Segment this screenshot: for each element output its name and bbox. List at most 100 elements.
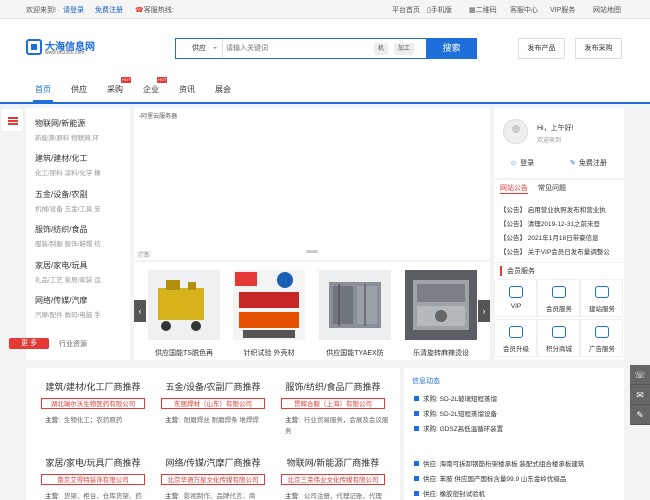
bullet-icon [414, 461, 419, 466]
product-image [405, 270, 477, 340]
product-card[interactable]: 乐清旋转麻辣烫设 [405, 270, 477, 357]
product-card[interactable]: 供应国能TS脱色再 [148, 270, 220, 357]
category-item[interactable]: 家居/家电/玩具 礼品/工艺 家居/家装 运 [35, 260, 127, 284]
industry-resources-link[interactable]: 行业资源 [59, 339, 87, 349]
login-link[interactable]: 请登录 [63, 5, 84, 15]
product-image [233, 270, 305, 340]
welcome-text: 欢迎来到 [537, 138, 562, 144]
nav-news[interactable]: 资讯 [179, 84, 195, 95]
top-link-home[interactable]: 平台首页 [392, 5, 420, 15]
site-icon [595, 286, 609, 298]
top-link-sitemap[interactable]: 网站地图 [593, 5, 621, 15]
product-caption: 乐清旋转麻辣烫设 [413, 350, 469, 357]
company-link[interactable]: 湖北瑞尔沃生物医药有限公司 [41, 398, 145, 409]
side-menu-toggle[interactable] [0, 108, 24, 132]
notice-item[interactable]: 【公告】 启用营业执照发布和营业执 [500, 204, 618, 214]
search-input[interactable] [226, 42, 346, 55]
site-logo[interactable]: 大海信息网 www.dh3366.com [26, 37, 111, 59]
float-toolbar: ☏ ✉ ✎ [630, 365, 650, 425]
nav-company[interactable]: 企业 HOT [143, 77, 168, 95]
edit-icon[interactable]: ✎ [630, 405, 650, 425]
company-link[interactable]: 南京艾得特装饰有限公司 [41, 474, 145, 485]
top-link-qrcode[interactable]: ▦二维码 [469, 5, 497, 15]
search-box: 供应 机 加工 搜索 [175, 38, 477, 59]
bullet-icon [414, 396, 419, 401]
top-link-vip[interactable]: VIP服务 [550, 5, 575, 15]
notice-item[interactable]: 【公告】 2021年1月18日带豪信息 [500, 232, 618, 242]
manufacturer-section: 建筑/建材/化工厂商推荐 湖北瑞尔沃生物医药有限公司 主营: 生物化工；农药原药 … [26, 368, 400, 500]
chat-icon[interactable]: ✉ [630, 385, 650, 405]
nav-expo[interactable]: 展会 [215, 84, 231, 95]
company-link[interactable]: 北京三荣伟业文化传媒有限公司 [281, 474, 385, 485]
service-vip[interactable]: VIP [494, 279, 537, 317]
service-ad[interactable]: 广告服务 [580, 319, 623, 357]
company-link[interactable]: 北京华语万星文化传媒有限公司 [161, 474, 265, 485]
manufacturer-block: 五金/设备/农副厂商推荐 东丽焊材（山东）有限公司 主营: 耐磨焊丝 耐磨焊条 堆… [154, 380, 272, 426]
upgrade-icon [509, 326, 523, 338]
product-card[interactable]: 针织试验 外壳材 [233, 270, 305, 357]
service-site[interactable]: 建站服务 [580, 279, 623, 317]
product-image [148, 270, 220, 340]
product-card[interactable]: 供应国能TYAEX防 [319, 270, 391, 357]
hot-badge: HOT [121, 77, 132, 83]
news-item[interactable]: 求购: GDSZ高低温循环装置 [414, 423, 614, 433]
manufacturer-block: 物联网/新能源厂商推荐 北京三荣伟业文化传媒有限公司 主营: 公司注册，代理记账，… [274, 456, 392, 500]
notice-panel: 网站公告 常见问题 【公告】 启用营业执照发布和营业执 【公告】 清理2019-… [494, 180, 624, 262]
hotline-text: ☎客服热线: [135, 7, 174, 14]
product-strip: 供应国能TS脱色再 针织试验 外壳材 供应国能TYAEX防 乐清旋转麻辣烫设 [134, 262, 490, 360]
search-tag[interactable]: 加工 [394, 43, 415, 55]
news-panel: 信息动态 求购: SD-2L玻璃短程蒸馏 求购: SD-2L短程蒸馏设备 求购:… [404, 368, 624, 500]
news-item[interactable]: 供应: 苯胺 供应国产国标含量99.9 山东金岭优级品 [414, 473, 614, 483]
register-link[interactable]: 免费注册 [95, 5, 123, 15]
publish-purchase-button[interactable]: 发布采购 [575, 38, 622, 59]
product-caption: 供应国能TYAEX防 [326, 350, 384, 357]
company-link[interactable]: 东丽焊材（山东）有限公司 [161, 398, 265, 409]
nav-purchase[interactable]: 采购 HOT [107, 77, 132, 95]
notice-item[interactable]: 【公告】 关于VIP会员日发布量调整公 [500, 246, 618, 256]
qrcode-icon: ▦ [469, 7, 476, 14]
member-services: 会员服务 VIP 会员服务 建站服务 会员升级 积分商城 广告服务 [494, 263, 624, 360]
login-button[interactable]: ☺ 登录 [510, 158, 534, 168]
nav-home[interactable]: 首页 [35, 84, 51, 95]
main-nav: 首页 供应 采购 HOT 企业 HOT 资讯 展会 [0, 74, 650, 104]
banner-label: ▫阿里云服务器 [139, 114, 178, 120]
tab-site-notice[interactable]: 网站公告 [500, 183, 528, 194]
publish-product-button[interactable]: 发布产品 [518, 38, 565, 59]
points-icon [552, 326, 566, 338]
tab-faq[interactable]: 常见问题 [538, 183, 566, 193]
edit-icon: ✎ [570, 160, 576, 167]
service-member[interactable]: 会员服务 [537, 279, 580, 317]
service-points[interactable]: 积分商城 [537, 319, 580, 357]
manufacturer-block: 家居/家电/玩具厂商推荐 南京艾得特装饰有限公司 主营: 货架、柜台、仓库货架、药 [34, 456, 152, 500]
prev-arrow-icon[interactable]: ‹ [134, 300, 146, 322]
service-upgrade[interactable]: 会员升级 [494, 319, 537, 357]
services-title: 会员服务 [500, 266, 535, 276]
headset-icon[interactable]: ☏ [630, 365, 650, 385]
bullet-icon [414, 426, 419, 431]
user-box: Hi，上午好! 欢迎来到 ☺ 登录 ✎ 免费注册 [494, 108, 624, 178]
news-item[interactable]: 求购: SD-2L短程蒸馏设备 [414, 408, 614, 418]
carousel-dot[interactable] [306, 250, 318, 253]
news-item[interactable]: 供应: 海南可拆卸钢筋桁架楼承板 装配式组合楼承板建筑 [414, 458, 614, 468]
category-item[interactable]: 服饰/纺织/食品 服装/制服 服饰/鞋帽 纺 [35, 224, 127, 248]
notice-item[interactable]: 【公告】 清理2019-12-31之前未登 [500, 218, 618, 228]
category-item[interactable]: 物联网/新能源 新能源/原料 物联网 环 [35, 118, 127, 142]
search-button[interactable]: 搜索 [426, 38, 477, 59]
company-link[interactable]: 贯辉合服（上海）有限公司 [281, 398, 385, 409]
search-category-select[interactable]: 供应 [176, 39, 223, 58]
more-button[interactable]: 更 多 [9, 338, 49, 349]
nav-active-indicator [33, 100, 53, 102]
welcome-text: 欢迎来到! [26, 7, 56, 14]
news-item[interactable]: 求购: SD-2L玻璃短程蒸馏 [414, 393, 614, 403]
banner[interactable]: ▫阿里云服务器 广告 [134, 108, 490, 260]
register-button[interactable]: ✎ 免费注册 [570, 158, 607, 168]
nav-supply[interactable]: 供应 [71, 84, 87, 95]
top-link-service[interactable]: 客服中心 [510, 5, 538, 15]
search-tag[interactable]: 机 [374, 43, 389, 55]
category-item[interactable]: 建筑/建材/化工 化工/原料 涂料/化学 橡 [35, 153, 127, 177]
news-item[interactable]: 供应: 橡胶密封试验机 [414, 488, 614, 498]
category-item[interactable]: 网络/传媒/汽摩 汽摩/配件 数码/电脑 手 [35, 295, 127, 319]
category-item[interactable]: 五金/设备/农副 机械/设备 五金/工具 安 [35, 189, 127, 213]
top-link-mobile[interactable]: ▯手机版 [427, 5, 452, 15]
next-arrow-icon[interactable]: › [478, 300, 490, 322]
